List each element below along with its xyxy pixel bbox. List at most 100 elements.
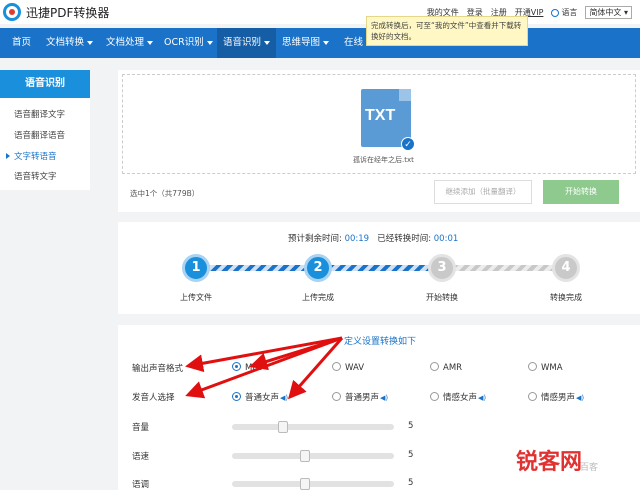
radio-icon (332, 392, 341, 401)
radio-icon (528, 392, 537, 401)
radio-selected-icon (232, 362, 241, 371)
nav-item-mindmap[interactable]: 思维导图 (276, 28, 335, 58)
nav-label: 思维导图 (282, 37, 321, 48)
file-dropzone[interactable]: TXT ✓ 孤诉在经年之后.txt (122, 74, 636, 174)
step-4-label: 转换完成 (550, 293, 582, 302)
speed-value: 5 (408, 450, 414, 460)
my-files-tooltip: 完成转换后，可至“我的文件”中查看并下载转换好的文档。 (366, 16, 528, 46)
option-label: WAV (345, 363, 365, 373)
nav-item-doc-convert[interactable]: 文档转换 (40, 28, 99, 58)
speaker-icon[interactable]: ◀) (576, 394, 584, 402)
brand-name: 迅捷PDF转换器 (26, 6, 110, 20)
step-3-circle: 3 (428, 254, 456, 282)
format-option-wma[interactable]: WMA (528, 362, 563, 373)
top-bar: 迅捷PDF转换器 我的文件 登录 注册 开通VIP 语言 简体中文 ▾ (0, 0, 640, 24)
elapsed-label: 已经转换时间: (377, 234, 432, 244)
nav-label: 在线 (344, 37, 364, 48)
language-select-value: 简体中文 (589, 8, 622, 17)
upload-panel: TXT ✓ 孤诉在经年之后.txt 选中1个（共779B） 继续添加（批量翻译）… (118, 70, 640, 212)
sidebar-item-speech-to-text-translate[interactable]: 语音翻译文字 (14, 108, 65, 120)
chevron-down-icon (206, 40, 213, 45)
nav-item-home[interactable]: 首页 (6, 28, 37, 58)
slider-handle[interactable] (278, 421, 288, 433)
progress-track-pending (442, 265, 566, 271)
format-option-amr[interactable]: AMR (430, 362, 462, 373)
chevron-down-icon (264, 40, 271, 45)
volume-value: 5 (408, 421, 414, 431)
file-type-label: TXT (365, 107, 396, 124)
slider-handle[interactable] (300, 478, 310, 490)
option-label: 情感女声 (443, 393, 478, 403)
step-1-circle: 1 (182, 254, 210, 282)
nav-label: OCR识别 (164, 37, 204, 48)
step-2-label: 上传完成 (302, 293, 334, 302)
active-marker-icon (6, 153, 10, 159)
step-2-circle: 2 (304, 254, 332, 282)
nav-label: 语音识别 (223, 37, 262, 48)
radio-icon (430, 392, 439, 401)
sidebar-item-text-to-speech[interactable]: 文字转语音 (6, 150, 57, 162)
speed-label: 语速 (132, 452, 150, 462)
step-1-label: 上传文件 (180, 293, 212, 302)
main-nav: 首页 文档转换 文档处理 OCR识别 语音识别 思维导图 在线 (0, 28, 640, 58)
sidebar-item-speech-to-speech[interactable]: 语音翻译语音 (14, 129, 65, 141)
slider-handle[interactable] (300, 450, 310, 462)
nav-item-online[interactable]: 在线 (338, 28, 369, 58)
radio-icon (430, 362, 439, 371)
chevron-down-icon (87, 40, 94, 45)
file-name: 孤诉在经年之后.txt (353, 156, 414, 164)
nav-item-ocr[interactable]: OCR识别 (158, 28, 219, 58)
voice-option-emotional-male[interactable]: 情感男声◀) (528, 391, 584, 403)
elapsed-value: 00:01 (433, 234, 459, 244)
option-label: 普通男声 (345, 393, 380, 403)
radio-icon (332, 362, 341, 371)
sidebar-item-speech-to-text[interactable]: 语音转文字 (14, 170, 57, 182)
watermark: 锐客网 (516, 450, 583, 475)
language-label: 语言 (561, 8, 578, 17)
speed-slider[interactable] (232, 450, 394, 462)
language-control[interactable]: 语言 (551, 7, 577, 18)
check-icon: ✓ (401, 137, 415, 151)
remaining-label: 预计剩余时间: (288, 234, 342, 244)
speaker-icon[interactable]: ◀) (478, 394, 486, 402)
volume-slider[interactable] (232, 421, 394, 433)
sidebar: 语音识别 语音翻译文字 语音翻译语音 文字转语音 语音转文字 (0, 70, 90, 190)
sidebar-title: 语音识别 (0, 70, 90, 98)
chevron-down-icon (147, 40, 154, 45)
app-logo-icon (3, 3, 21, 21)
remaining-value: 00:19 (344, 234, 370, 244)
pitch-slider[interactable] (232, 478, 394, 490)
option-label: WMA (541, 363, 563, 373)
option-label: 情感男声 (541, 393, 576, 403)
volume-label: 音量 (132, 423, 150, 433)
timer-readout: 预计剩余时间: 00:19 已经转换时间: 00:01 (288, 232, 458, 244)
pitch-label: 语调 (132, 480, 150, 490)
format-option-mp3[interactable]: MP3 (232, 362, 263, 373)
progress-panel: 预计剩余时间: 00:19 已经转换时间: 00:01 1 2 3 4 上传文件… (118, 222, 640, 314)
voice-option-female[interactable]: 普通女声◀) (232, 391, 288, 403)
voice-option-male[interactable]: 普通男声◀) (332, 391, 388, 403)
option-label: AMR (443, 363, 463, 373)
nav-item-speech[interactable]: 语音识别 (217, 28, 277, 58)
language-select[interactable]: 简体中文 ▾ (585, 6, 632, 19)
start-convert-button[interactable]: 开始转换 (543, 180, 619, 204)
radio-icon (528, 362, 537, 371)
radio-selected-icon (232, 392, 241, 401)
speaker-icon[interactable]: ◀) (280, 394, 288, 402)
format-label: 输出声音格式 (132, 364, 184, 374)
voice-label: 发音人选择 (132, 393, 175, 403)
speaker-icon[interactable]: ◀) (380, 394, 388, 402)
nav-item-doc-process[interactable]: 文档处理 (100, 28, 159, 58)
voice-option-emotional-female[interactable]: 情感女声◀) (430, 391, 486, 403)
nav-label: 文档转换 (46, 37, 85, 48)
step-4-circle: 4 (552, 254, 580, 282)
add-more-button[interactable]: 继续添加（批量翻译） (434, 180, 532, 204)
watermark-sub: 百客 (580, 463, 599, 473)
selected-count: 选中1个（共779B） (130, 189, 200, 198)
pitch-value: 5 (408, 478, 414, 488)
settings-title: 定义设置转换如下 (344, 337, 417, 347)
nav-label: 首页 (12, 37, 32, 48)
format-option-wav[interactable]: WAV (332, 362, 364, 373)
nav-label: 文档处理 (106, 37, 145, 48)
sidebar-item-label: 文字转语音 (14, 152, 57, 162)
